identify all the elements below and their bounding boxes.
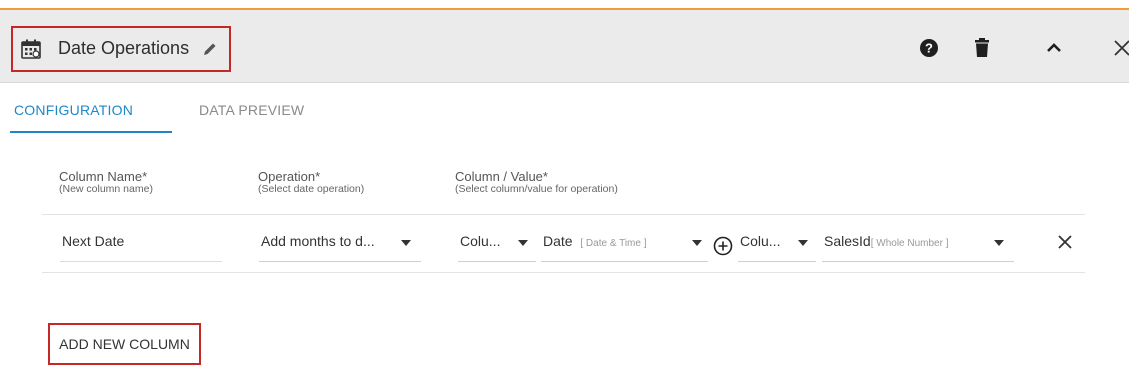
tab-configuration[interactable]: CONFIGURATION <box>14 102 133 118</box>
add-new-column-button[interactable]: ADD NEW COLUMN <box>48 323 201 365</box>
arg2-column-type-hint: [ Whole Number ] <box>870 238 949 249</box>
column-header-hint: (Select date operation) <box>258 182 365 195</box>
row-divider <box>42 214 1085 215</box>
column-header-name: Column Name* (New column name) <box>59 170 153 195</box>
dropdown-caret-icon <box>798 240 808 246</box>
chevron-up-icon[interactable] <box>1043 37 1065 59</box>
operation-value: Add months to d... <box>261 233 375 249</box>
arg2-column-text: SalesId[ Whole Number ] <box>824 233 949 249</box>
background-strip <box>0 0 1129 10</box>
arg1-type-value: Colu... <box>460 233 501 249</box>
arg2-type-select[interactable]: Colu... <box>738 230 816 262</box>
add-operand-icon[interactable] <box>712 235 734 257</box>
trash-icon[interactable] <box>971 37 993 59</box>
arg1-column-type-hint: [ Date & Time ] <box>580 238 647 249</box>
title-highlight: Date Operations <box>11 26 231 72</box>
column-name-value: Next Date <box>62 233 125 249</box>
remove-row-icon[interactable] <box>1056 233 1074 251</box>
row-divider <box>42 272 1085 273</box>
dropdown-caret-icon <box>518 240 528 246</box>
tab-bar: CONFIGURATION DATA PREVIEW <box>0 84 1129 134</box>
column-header-value: Column / Value* (Select column/value for… <box>455 170 618 195</box>
arg1-column-select[interactable]: Date [ Date & Time ] <box>541 230 708 262</box>
arg1-column-value: Date <box>543 233 573 249</box>
column-header-label: Operation* <box>258 169 321 184</box>
pencil-icon[interactable] <box>202 41 218 57</box>
column-header-label: Column / Value* <box>455 169 548 184</box>
arg2-column-select[interactable]: SalesId[ Whole Number ] <box>822 230 1014 262</box>
arg2-column-value: SalesId <box>824 233 871 249</box>
dropdown-caret-icon <box>692 240 702 246</box>
svg-text:?: ? <box>925 41 933 56</box>
panel-title: Date Operations <box>58 38 190 58</box>
panel-header: Date Operations ? <box>0 10 1129 83</box>
close-icon[interactable] <box>1111 37 1129 59</box>
column-header-operation: Operation* (Select date operation) <box>258 170 364 195</box>
dropdown-caret-icon <box>994 240 1004 246</box>
dropdown-caret-icon <box>401 240 411 246</box>
tab-data-preview[interactable]: DATA PREVIEW <box>199 102 304 118</box>
arg1-column-text: Date [ Date & Time ] <box>543 233 647 249</box>
column-header-hint: (Select column/value for operation) <box>455 182 618 195</box>
help-icon[interactable]: ? <box>918 37 940 59</box>
arg1-type-select[interactable]: Colu... <box>458 230 536 262</box>
operation-select[interactable]: Add months to d... <box>259 230 421 262</box>
active-tab-indicator <box>10 131 172 133</box>
column-name-input[interactable]: Next Date <box>60 230 222 262</box>
arg2-type-value: Colu... <box>740 233 781 249</box>
calendar-icon <box>21 39 41 59</box>
column-header-label: Column Name* <box>59 169 148 184</box>
column-header-hint: (New column name) <box>59 182 153 195</box>
